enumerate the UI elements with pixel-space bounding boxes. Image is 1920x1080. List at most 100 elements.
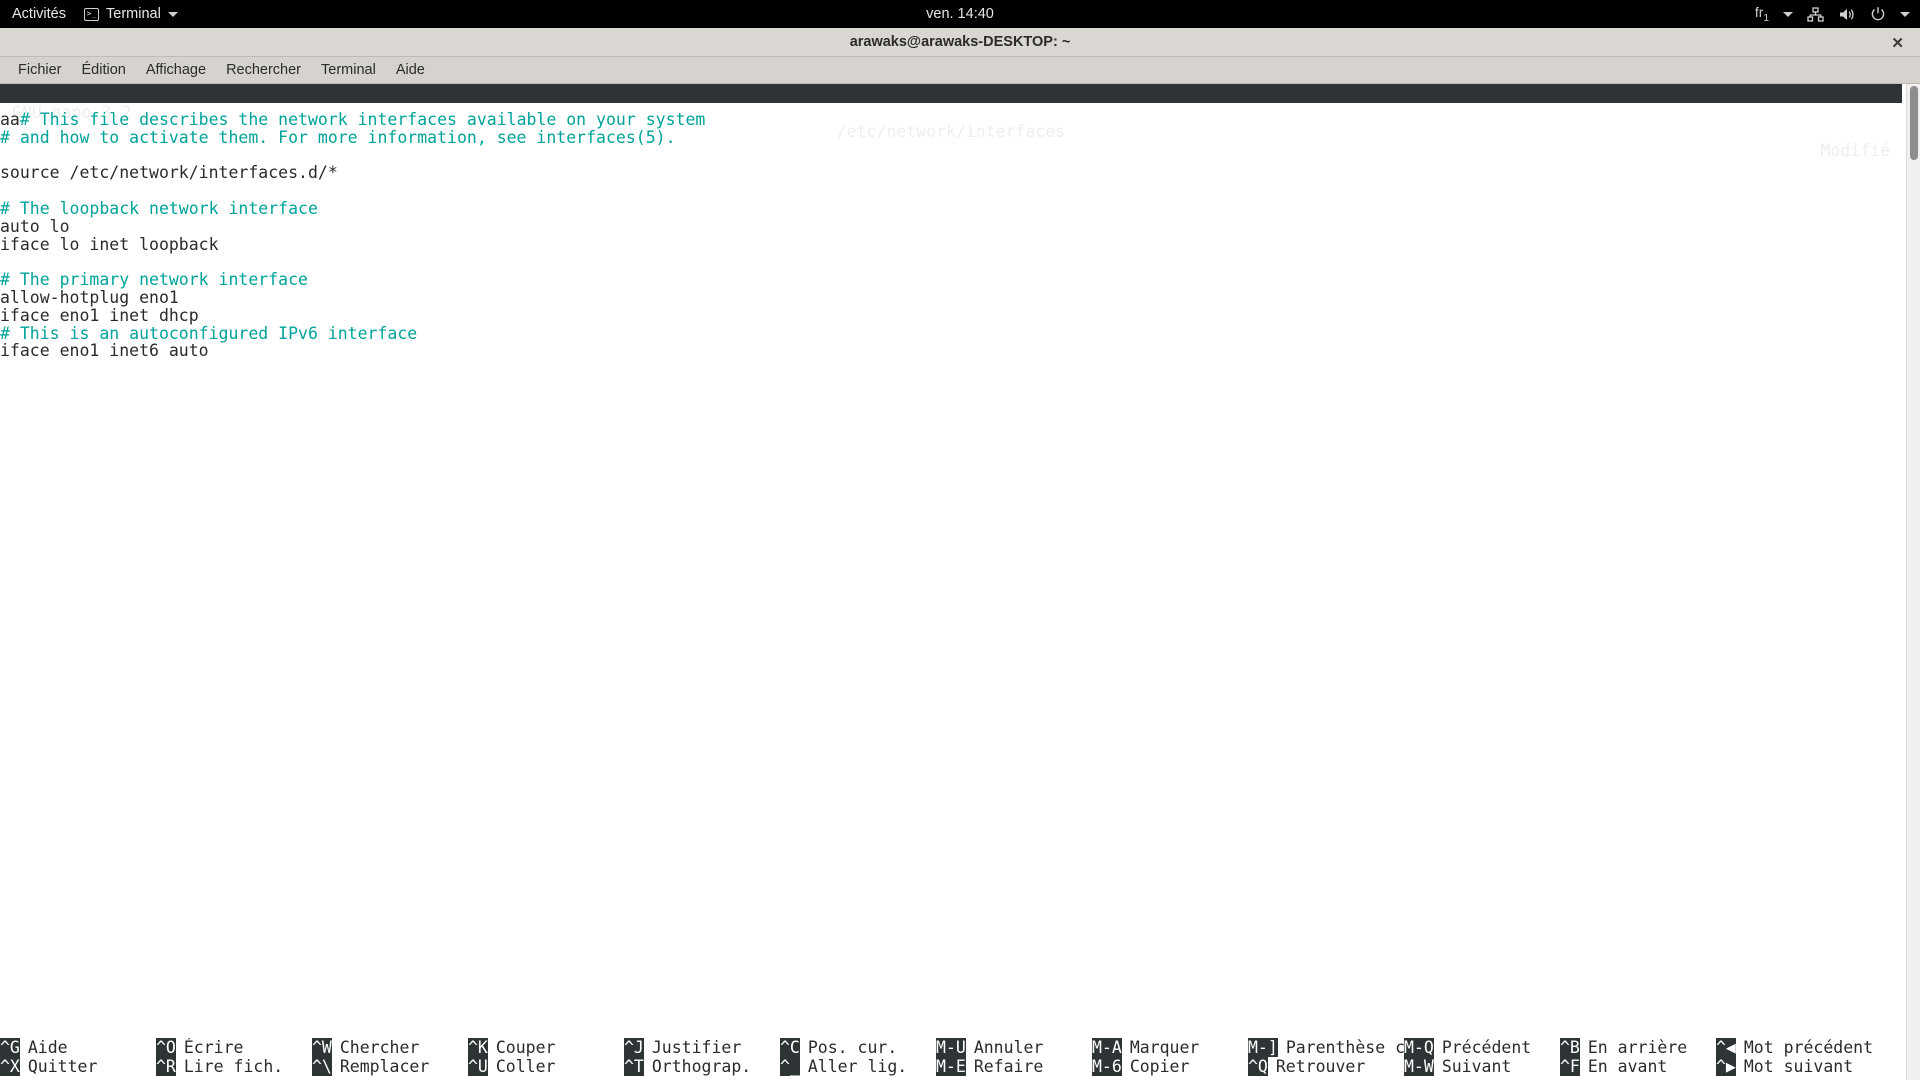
nano-shortcut-key: ^\ [312, 1057, 332, 1076]
nano-shortcut-label: Quitter [27, 1057, 98, 1076]
nano-shortcut-key: ^G [0, 1038, 20, 1057]
nano-shortcut-label: Lire fich. [183, 1057, 284, 1076]
editor-line: allow-hotplug eno1 [0, 289, 1890, 307]
nano-shortcut-key: ^Q [1248, 1057, 1268, 1076]
terminal-scrollbar[interactable] [1906, 84, 1920, 1080]
nano-editor-text[interactable]: aa# This file describes the network inte… [0, 111, 1890, 360]
nano-shortcut-top[interactable]: ^B En arrière [1560, 1038, 1716, 1057]
editor-line: # and how to activate them. For more inf… [0, 127, 1890, 147]
window-titlebar[interactable]: arawaks@arawaks-DESKTOP: ~ ✕ [0, 28, 1920, 57]
nano-shortcut-key: ^W [312, 1038, 332, 1057]
nano-shortcut-key: M-U [936, 1038, 966, 1057]
window-title: arawaks@arawaks-DESKTOP: ~ [849, 34, 1071, 50]
nano-shortcut-top[interactable]: ^O Écrire [156, 1038, 312, 1057]
nano-shortcut-key: ^◀ [1716, 1038, 1736, 1057]
editor-line-segment: iface eno1 inet dhcp [0, 305, 199, 325]
nano-shortcut-key: ^O [156, 1038, 176, 1057]
editor-line: # The primary network interface [0, 271, 1890, 289]
nano-shortcut-label: Mot suivant [1743, 1057, 1854, 1076]
nano-shortcut-bottom[interactable]: M-6 Copier [1092, 1057, 1248, 1076]
nano-shortcut-bottom[interactable]: M-E Refaire [936, 1057, 1092, 1076]
chevron-down-icon[interactable] [1900, 11, 1910, 17]
nano-shortcut-label: En arrière [1587, 1038, 1688, 1057]
editor-line-segment: aa [0, 110, 20, 129]
activities-button[interactable]: Activités [12, 6, 66, 22]
menu-item-aide[interactable]: Aide [386, 60, 435, 80]
nano-shortcut-bottom[interactable]: ^_ Aller lig. [780, 1057, 936, 1076]
nano-shortcut-bottom[interactable]: ^\ Remplacer [312, 1057, 468, 1076]
nano-shortcut-key: ^C [780, 1038, 800, 1057]
nano-shortcut-bottom[interactable]: ^X Quitter [0, 1057, 156, 1076]
nano-shortcut-key: M-W [1404, 1057, 1434, 1076]
editor-line-segment: source /etc/network/interfaces.d/* [0, 163, 338, 183]
nano-shortcut-top[interactable]: M-] Parenthèse co [1248, 1038, 1404, 1057]
editor-line-segment: # The loopback network interface [0, 198, 318, 218]
scrollbar-thumb[interactable] [1910, 86, 1918, 160]
menu-item-terminal[interactable]: Terminal [311, 60, 386, 80]
nano-shortcut-key: ^X [0, 1057, 20, 1076]
nano-shortcut-label: Coller [495, 1057, 556, 1076]
editor-line-segment: # and how to activate them. For more inf… [0, 127, 676, 147]
terminal-canvas[interactable]: GNU nano 3.2 /etc/network/interfaces Mod… [0, 84, 1920, 1080]
chevron-down-icon [167, 11, 178, 17]
top-bar-status-area[interactable]: fr1 [1755, 0, 1910, 28]
editor-line: # This is an autoconfigured IPv6 interfa… [0, 323, 1890, 343]
keyboard-layout-indicator[interactable]: fr1 [1755, 4, 1769, 24]
nano-shortcut-bottom[interactable]: M-W Suivant [1404, 1057, 1560, 1076]
nano-shortcut-label: Précédent [1441, 1038, 1532, 1057]
editor-line: iface eno1 inet6 auto [0, 342, 1890, 360]
nano-shortcut-label: Annuler [973, 1038, 1044, 1057]
gnome-top-bar: Activités >_ Terminal ven. 14:40 fr1 [0, 0, 1920, 28]
editor-line-segment: # This is an autoconfigured IPv6 interfa… [0, 323, 418, 343]
nano-shortcut-top[interactable]: ^C Pos. cur. [780, 1038, 936, 1057]
menu-item-affichage[interactable]: Affichage [136, 60, 216, 80]
editor-line-segment: # This file describes the network interf… [19, 110, 706, 129]
nano-shortcut-bottom[interactable]: ^T Orthograp. [624, 1057, 780, 1076]
power-icon[interactable] [1870, 6, 1886, 22]
nano-shortcut-label: Aide [27, 1038, 68, 1057]
nano-shortcut-bottom[interactable]: ^Q Retrouver [1248, 1057, 1404, 1076]
clock[interactable]: ven. 14:40 [926, 6, 994, 22]
nano-shortcut-top[interactable]: ^J Justifier [624, 1038, 780, 1057]
nano-shortcut-key: ^T [624, 1057, 644, 1076]
editor-line: aa# This file describes the network inte… [0, 111, 1890, 129]
app-menu-button[interactable]: >_ Terminal [84, 6, 178, 22]
nano-shortcut-row-top: ^G Aide ^O Écrire ^W Chercher ^K Couper ^J Justif… [0, 1038, 1890, 1057]
nano-shortcut-bottom[interactable]: ^▶ Mot suivant [1716, 1057, 1916, 1076]
nano-shortcut-bottom[interactable]: ^U Coller [468, 1057, 624, 1076]
nano-shortcut-top[interactable]: ^W Chercher [312, 1038, 468, 1057]
nano-shortcut-top[interactable]: ^G Aide [0, 1038, 156, 1057]
nano-shortcut-label: Marquer [1129, 1038, 1200, 1057]
network-icon[interactable] [1807, 6, 1824, 22]
editor-line-segment: auto lo [0, 216, 70, 236]
editor-line-segment: # The primary network interface [0, 270, 308, 290]
nano-shortcut-key: M-A [1092, 1038, 1122, 1057]
menu-item-fichier[interactable]: Fichier [8, 60, 72, 80]
close-icon[interactable]: ✕ [1891, 28, 1904, 57]
nano-shortcut-bottom[interactable]: ^R Lire fich. [156, 1057, 312, 1076]
editor-line-segment: allow-hotplug eno1 [0, 287, 179, 307]
terminal-icon: >_ [84, 7, 99, 21]
editor-line: source /etc/network/interfaces.d/* [0, 164, 1890, 182]
nano-shortcut-key: ^K [468, 1038, 488, 1057]
menu-item-edition[interactable]: Édition [72, 60, 136, 80]
menu-item-rechercher[interactable]: Rechercher [216, 60, 311, 80]
nano-shortcut-key: ^F [1560, 1057, 1580, 1076]
nano-shortcut-top[interactable]: M-U Annuler [936, 1038, 1092, 1057]
nano-shortcut-key: M-] [1248, 1038, 1278, 1057]
menubar: Fichier Édition Affichage Rechercher Ter… [0, 57, 1920, 84]
nano-shortcut-label: En avant [1587, 1057, 1668, 1076]
nano-shortcut-bar: ^G Aide ^O Écrire ^W Chercher ^K Couper ^J Justif… [0, 1038, 1890, 1076]
nano-shortcut-top[interactable]: ^K Couper [468, 1038, 624, 1057]
nano-shortcut-top[interactable]: M-A Marquer [1092, 1038, 1248, 1057]
volume-icon[interactable] [1838, 7, 1856, 22]
top-bar-left-group: Activités >_ Terminal [0, 6, 178, 22]
nano-shortcut-top[interactable]: ^◀ Mot précédent [1716, 1038, 1916, 1057]
nano-shortcut-bottom[interactable]: ^F En avant [1560, 1057, 1716, 1076]
nano-shortcut-label: Refaire [973, 1057, 1044, 1076]
nano-shortcut-label: Mot précédent [1743, 1038, 1874, 1057]
nano-shortcut-top[interactable]: M-Q Précédent [1404, 1038, 1560, 1057]
